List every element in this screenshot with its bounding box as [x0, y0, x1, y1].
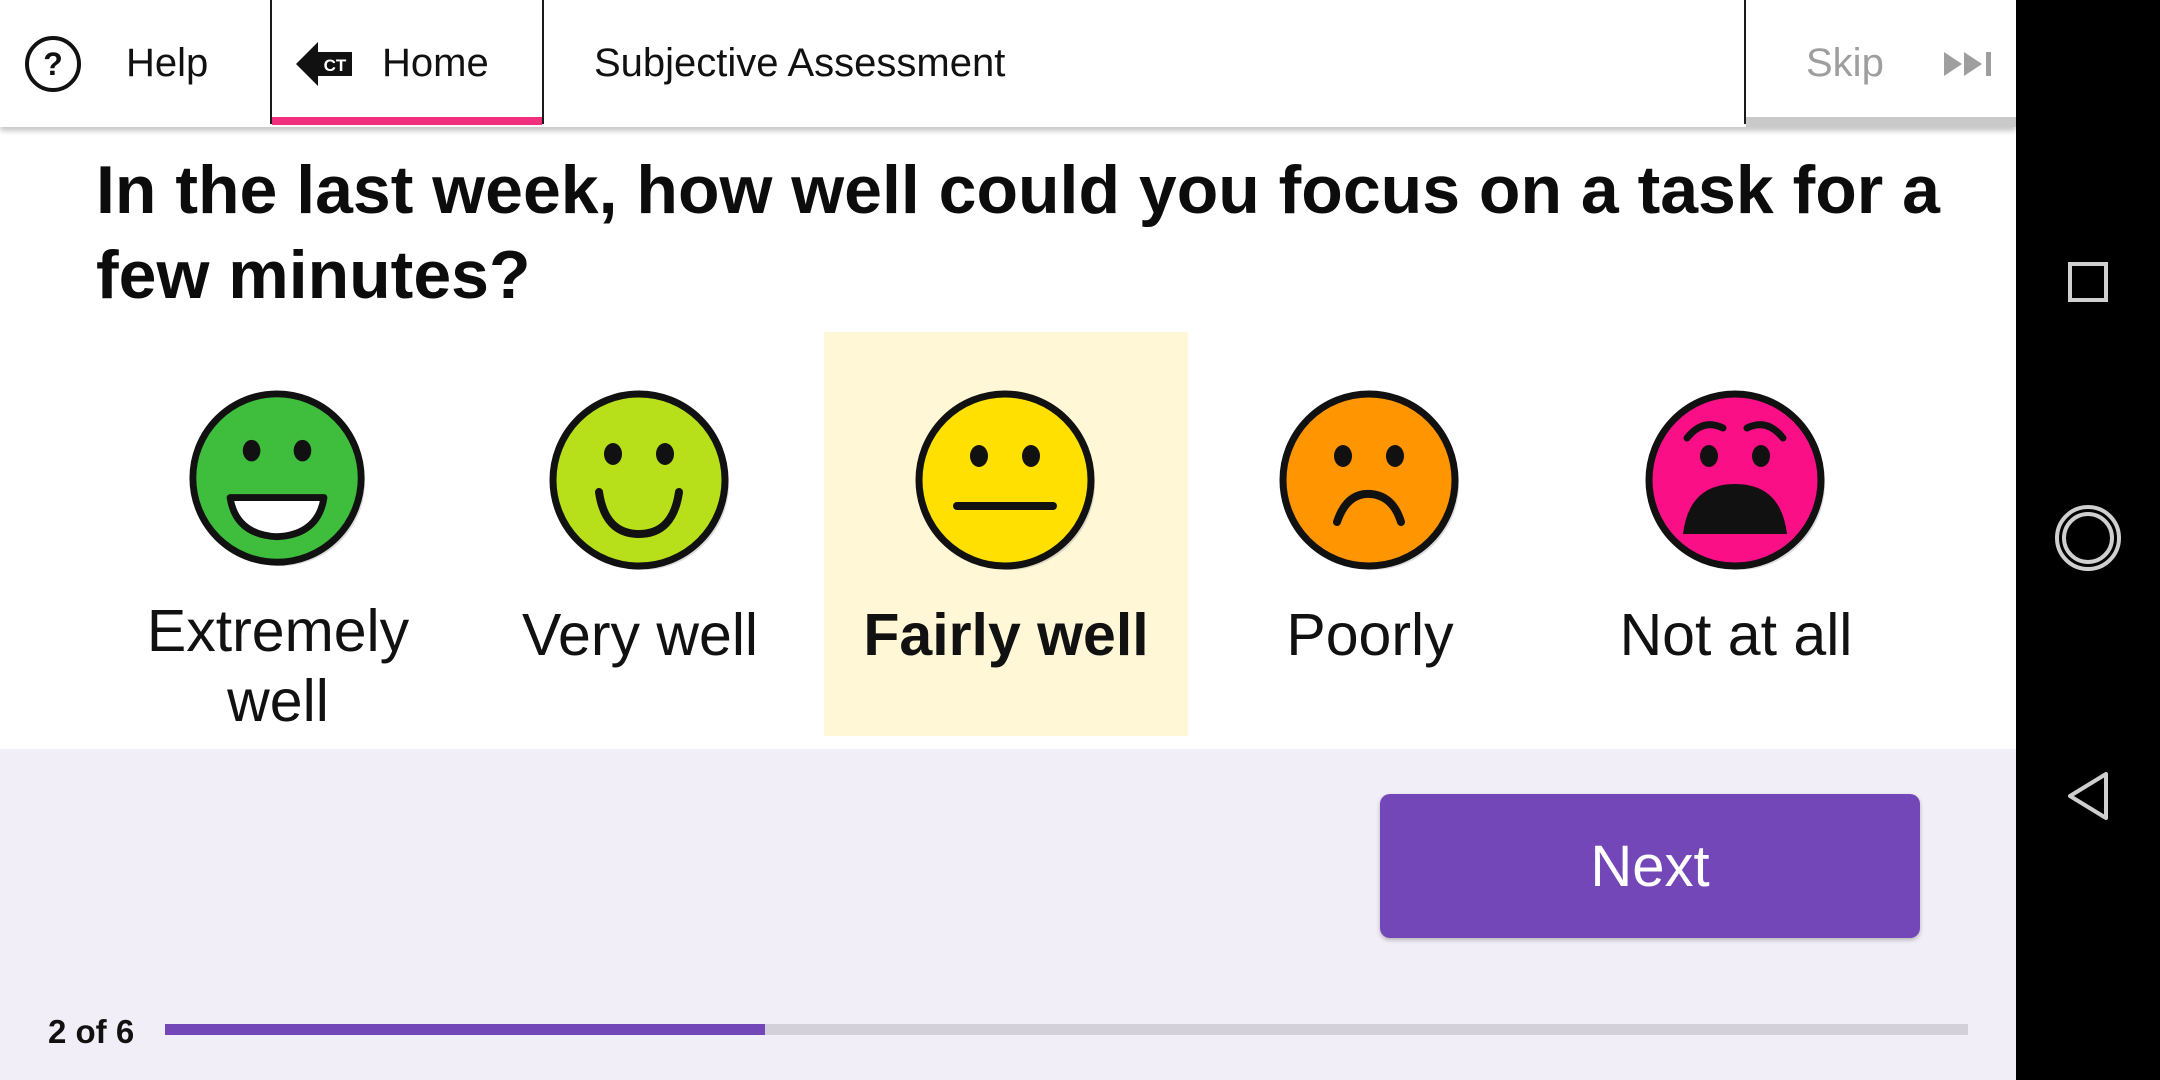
back-arrow-ct-icon: CT — [296, 41, 352, 86]
progress-bar-fill — [165, 1024, 766, 1035]
home-label: Home — [382, 41, 489, 85]
page-title: Subjective Assessment — [594, 41, 1006, 85]
option-extremely-well[interactable]: Extremely well — [96, 332, 460, 736]
android-nav-bar — [2016, 0, 2160, 1080]
recents-button[interactable] — [2050, 244, 2126, 320]
app-screen: ? Help CT Home Subjective Assessment Ski… — [0, 0, 2016, 1080]
svg-text:CT: CT — [324, 56, 347, 75]
progress-text: 2 of 6 — [48, 1013, 135, 1050]
title-section: Subjective Assessment — [544, 0, 1744, 127]
question-text: In the last week, how well could you foc… — [96, 152, 1940, 313]
back-button[interactable] — [2050, 758, 2126, 834]
skip-label: Skip — [1806, 41, 1884, 85]
home-button[interactable]: CT Home — [272, 0, 542, 127]
help-label: Help — [126, 41, 209, 85]
option-label: Poorly — [1286, 602, 1454, 668]
big-grin-face-icon — [189, 390, 366, 567]
option-not-at-all[interactable]: Not at all — [1554, 332, 1918, 736]
skip-button[interactable]: Skip — [1746, 0, 2016, 127]
option-label: Very well — [521, 602, 759, 668]
triangle-back-icon — [2068, 772, 2108, 820]
active-tab-indicator — [272, 117, 542, 125]
option-very-well[interactable]: Very well — [458, 332, 822, 736]
square-recents-icon — [2068, 262, 2108, 302]
help-circle-icon: ? — [25, 35, 81, 92]
option-label: Extremely well — [146, 598, 410, 734]
option-label: Not at all — [1619, 602, 1853, 668]
distressed-face-icon — [1645, 390, 1825, 570]
option-fairly-well[interactable]: Fairly well — [824, 332, 1188, 736]
option-poorly[interactable]: Poorly — [1188, 332, 1552, 736]
smile-face-icon — [549, 390, 729, 570]
next-button[interactable]: Next — [1380, 794, 1920, 938]
footer: Next 2 of 6 — [0, 749, 2016, 1080]
neutral-face-icon — [915, 390, 1095, 570]
option-label: Fairly well — [863, 602, 1149, 668]
top-bar: ? Help CT Home Subjective Assessment Ski… — [0, 0, 2016, 127]
skip-shade — [1746, 117, 2016, 127]
nav-home-button[interactable] — [2050, 500, 2126, 576]
progress-bar — [165, 1024, 1968, 1035]
help-button[interactable]: ? Help — [0, 0, 270, 127]
circle-home-icon — [2055, 505, 2121, 571]
frown-face-icon — [1279, 390, 1459, 570]
svg-text:?: ? — [43, 46, 63, 82]
skip-forward-icon — [1943, 51, 1991, 76]
